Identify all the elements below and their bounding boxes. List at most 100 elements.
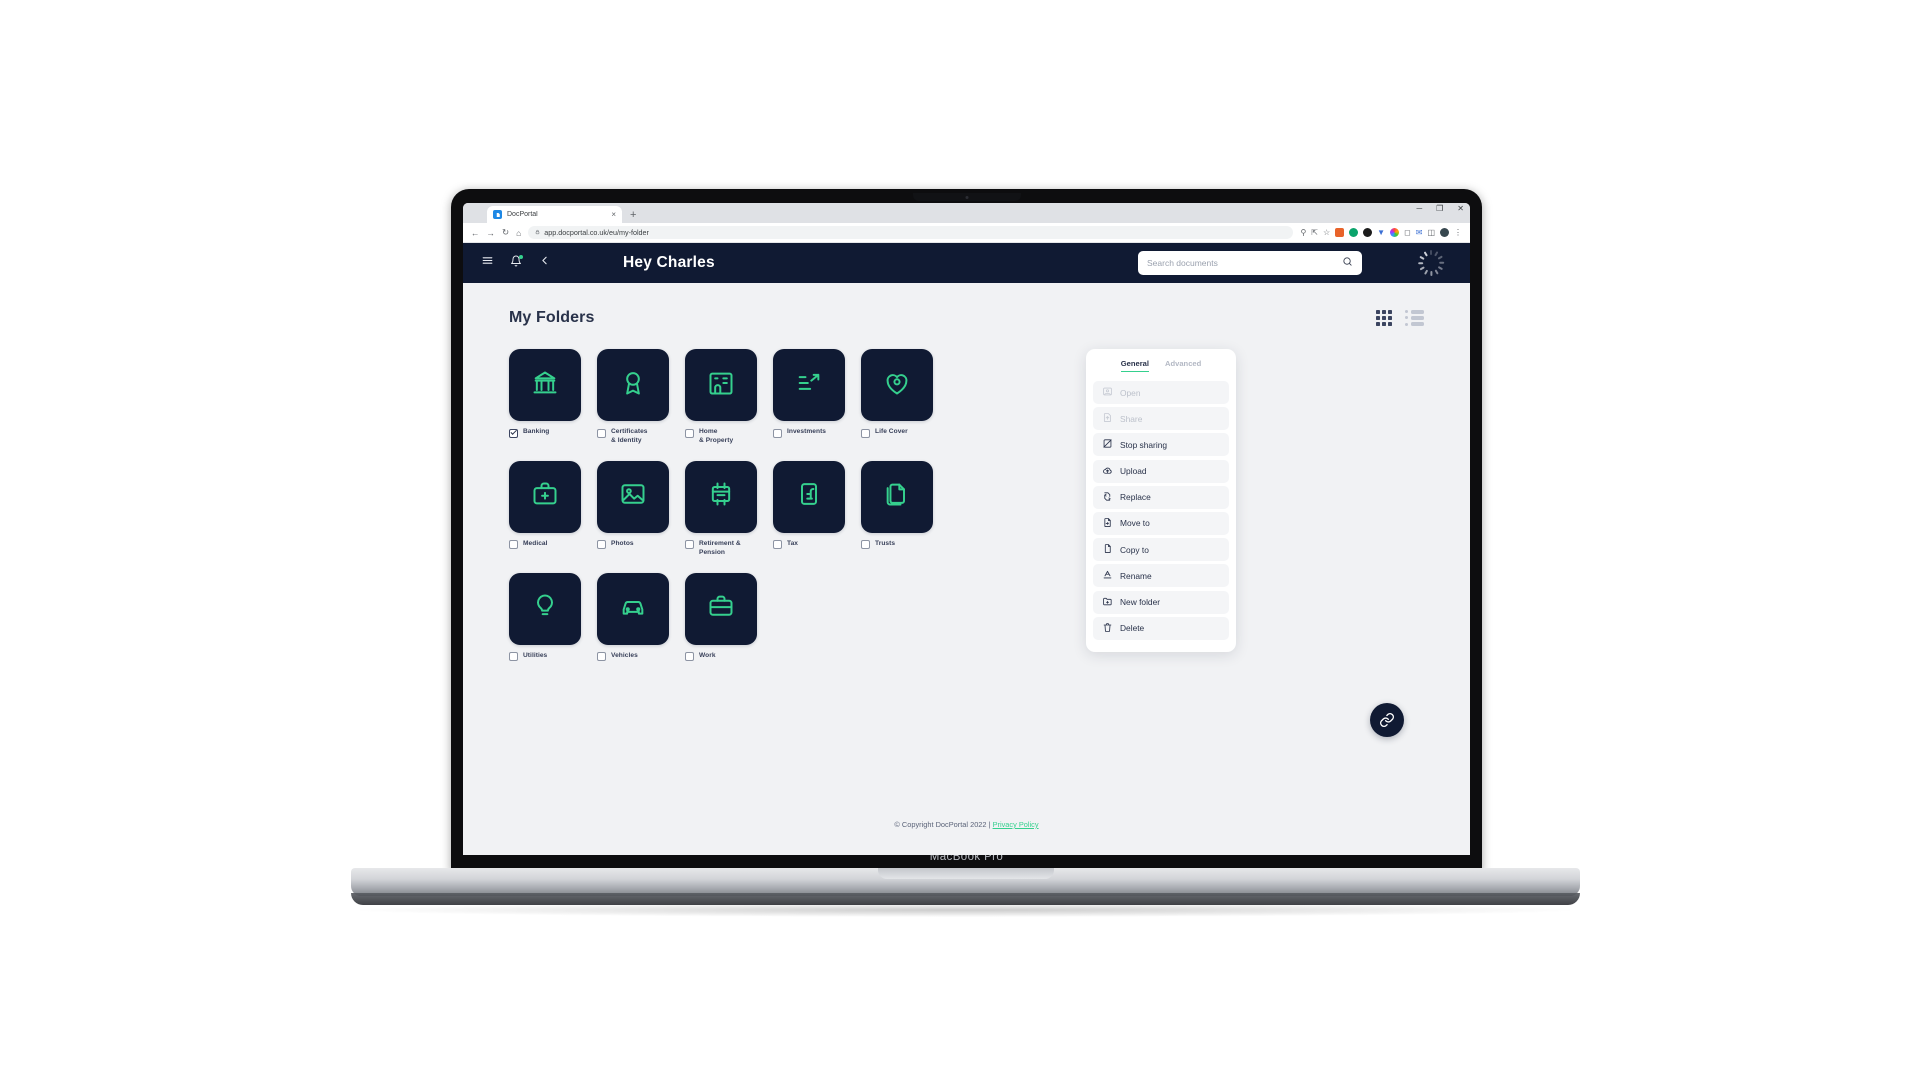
folder-tile[interactable] <box>773 349 845 421</box>
folder-tile[interactable] <box>597 349 669 421</box>
view-toggle-group <box>1375 309 1424 327</box>
menu-item-label: New folder <box>1120 597 1161 607</box>
extension-icon-panel[interactable]: ◫ <box>1427 228 1435 237</box>
folder-item-retirement-pension[interactable]: Retirement & Pension <box>685 460 757 558</box>
folder-item-life-cover[interactable]: Life Cover <box>861 349 933 446</box>
browser-menu-icon[interactable]: ⋮ <box>1454 228 1462 237</box>
loading-spinner <box>1418 250 1445 276</box>
menu-item-delete[interactable]: Delete <box>1093 616 1229 640</box>
folder-tile[interactable] <box>861 460 933 533</box>
folder-meta: Vehicles <box>597 652 669 662</box>
extension-icon-square[interactable]: ◻ <box>1404 228 1411 237</box>
folder-item-utilities[interactable]: Utilities <box>509 572 581 662</box>
folder-tile[interactable] <box>509 349 581 421</box>
folder-checkbox[interactable] <box>861 540 870 550</box>
folder-label: Tax <box>787 539 799 547</box>
search-icon[interactable] <box>1342 254 1353 272</box>
trash-icon <box>1102 622 1113 635</box>
back-icon[interactable]: ← <box>471 228 480 238</box>
menu-item-rename[interactable]: Rename <box>1093 564 1229 588</box>
folder-checkbox[interactable] <box>773 428 782 438</box>
folder-checkbox[interactable] <box>597 540 606 550</box>
folder-checkbox[interactable] <box>685 428 694 438</box>
folder-item-vehicles[interactable]: Vehicles <box>597 572 669 662</box>
folder-checkbox[interactable] <box>861 428 870 438</box>
back-chevron-icon[interactable] <box>538 254 551 272</box>
forward-icon[interactable]: → <box>487 228 496 238</box>
folder-tile[interactable] <box>509 460 581 533</box>
list-view-icon[interactable] <box>1405 310 1424 326</box>
folder-label: Medical <box>523 539 548 547</box>
extension-icon-blue[interactable]: ▼ <box>1377 228 1385 237</box>
close-window-icon[interactable]: ✕ <box>1457 204 1464 213</box>
folder-checkbox[interactable] <box>509 428 518 438</box>
menu-item-open: Open <box>1093 381 1229 404</box>
folder-tile[interactable] <box>685 460 757 533</box>
notification-bell-icon[interactable] <box>510 254 523 272</box>
search-documents-box[interactable] <box>1138 251 1362 275</box>
extension-icon-mail[interactable]: ✉ <box>1416 228 1423 237</box>
extension-icon-colorwheel[interactable] <box>1390 228 1400 237</box>
search-input[interactable] <box>1147 258 1342 268</box>
copy-link-fab[interactable] <box>1370 703 1404 737</box>
folder-checkbox[interactable] <box>685 540 694 550</box>
folder-item-work[interactable]: Work <box>685 572 757 662</box>
home-icon[interactable]: ⌂ <box>516 228 521 238</box>
photo-icon <box>619 480 647 513</box>
menu-item-stop-sharing[interactable]: Stop sharing <box>1093 433 1229 457</box>
menu-item-replace[interactable]: Replace <box>1093 485 1229 509</box>
folder-item-investments[interactable]: Investments <box>773 349 845 446</box>
folder-checkbox[interactable] <box>685 652 694 662</box>
folder-label: Photos <box>611 539 634 547</box>
folder-tile[interactable] <box>597 460 669 533</box>
folder-item-home-property[interactable]: Home & Property <box>685 349 757 446</box>
menu-item-move-to[interactable]: Move to <box>1093 511 1229 535</box>
privacy-policy-link[interactable]: Privacy Policy <box>993 820 1039 829</box>
menu-tab-advanced[interactable]: Advanced <box>1165 359 1201 372</box>
folder-tile[interactable] <box>509 572 581 645</box>
menu-item-upload[interactable]: Upload <box>1093 459 1229 483</box>
hamburger-menu-icon[interactable] <box>481 254 494 272</box>
extension-icon-green[interactable] <box>1349 228 1359 237</box>
folder-item-certificates-identity[interactable]: Certificates & Identity <box>597 349 669 446</box>
browser-window: DocPortal × + ─ ❐ ✕ ← → ↻ ⌂ app.docporta… <box>463 203 1470 855</box>
folder-tile[interactable] <box>773 460 845 533</box>
folder-meta: Trusts <box>861 540 933 550</box>
folder-checkbox[interactable] <box>597 428 606 438</box>
browser-tab[interactable]: DocPortal × <box>487 206 622 223</box>
folder-item-medical[interactable]: Medical <box>509 460 581 558</box>
folder-tile[interactable] <box>685 349 757 421</box>
close-icon[interactable]: × <box>611 210 616 219</box>
folder-item-photos[interactable]: Photos <box>597 460 669 558</box>
folders-grid: Banking Certificates & Identity Home & Pro… <box>509 349 941 676</box>
folder-checkbox[interactable] <box>597 652 606 662</box>
share-icon[interactable]: ⇱ <box>1311 228 1318 237</box>
maximize-icon[interactable]: ❐ <box>1436 204 1443 213</box>
folder-row: Banking Certificates & Identity Home & Pro… <box>509 349 941 446</box>
menu-item-new-folder[interactable]: New folder <box>1093 590 1229 614</box>
menu-item-copy-to[interactable]: Copy to <box>1093 538 1229 562</box>
grid-view-icon[interactable] <box>1375 309 1392 327</box>
menu-tab-general[interactable]: General <box>1120 359 1149 372</box>
url-bar[interactable]: app.docportal.co.uk/eu/my-folder <box>528 226 1294 239</box>
folder-checkbox[interactable] <box>509 652 518 662</box>
folder-item-banking[interactable]: Banking <box>509 349 581 446</box>
extension-icon-orange[interactable] <box>1335 228 1345 237</box>
folder-tile[interactable] <box>685 572 757 645</box>
menu-item-label: Rename <box>1120 570 1152 581</box>
extension-icon-dark[interactable] <box>1363 228 1373 237</box>
briefcase-icon <box>707 592 735 625</box>
reload-icon[interactable]: ↻ <box>502 227 509 238</box>
bookmark-star-icon[interactable]: ☆ <box>1323 228 1330 237</box>
new-tab-button[interactable]: + <box>630 210 636 223</box>
key-icon[interactable]: ⚲ <box>1300 228 1306 237</box>
folder-checkbox[interactable] <box>509 540 518 550</box>
folder-item-tax[interactable]: Tax <box>773 460 845 558</box>
minimize-icon[interactable]: ─ <box>1416 204 1422 213</box>
folder-checkbox[interactable] <box>773 540 782 550</box>
folder-tile[interactable] <box>861 349 933 421</box>
folder-tile[interactable] <box>597 572 669 645</box>
menu-item-label: Copy to <box>1120 544 1149 555</box>
extension-icon-globe[interactable] <box>1440 228 1449 237</box>
folder-item-trusts[interactable]: Trusts <box>861 460 933 558</box>
